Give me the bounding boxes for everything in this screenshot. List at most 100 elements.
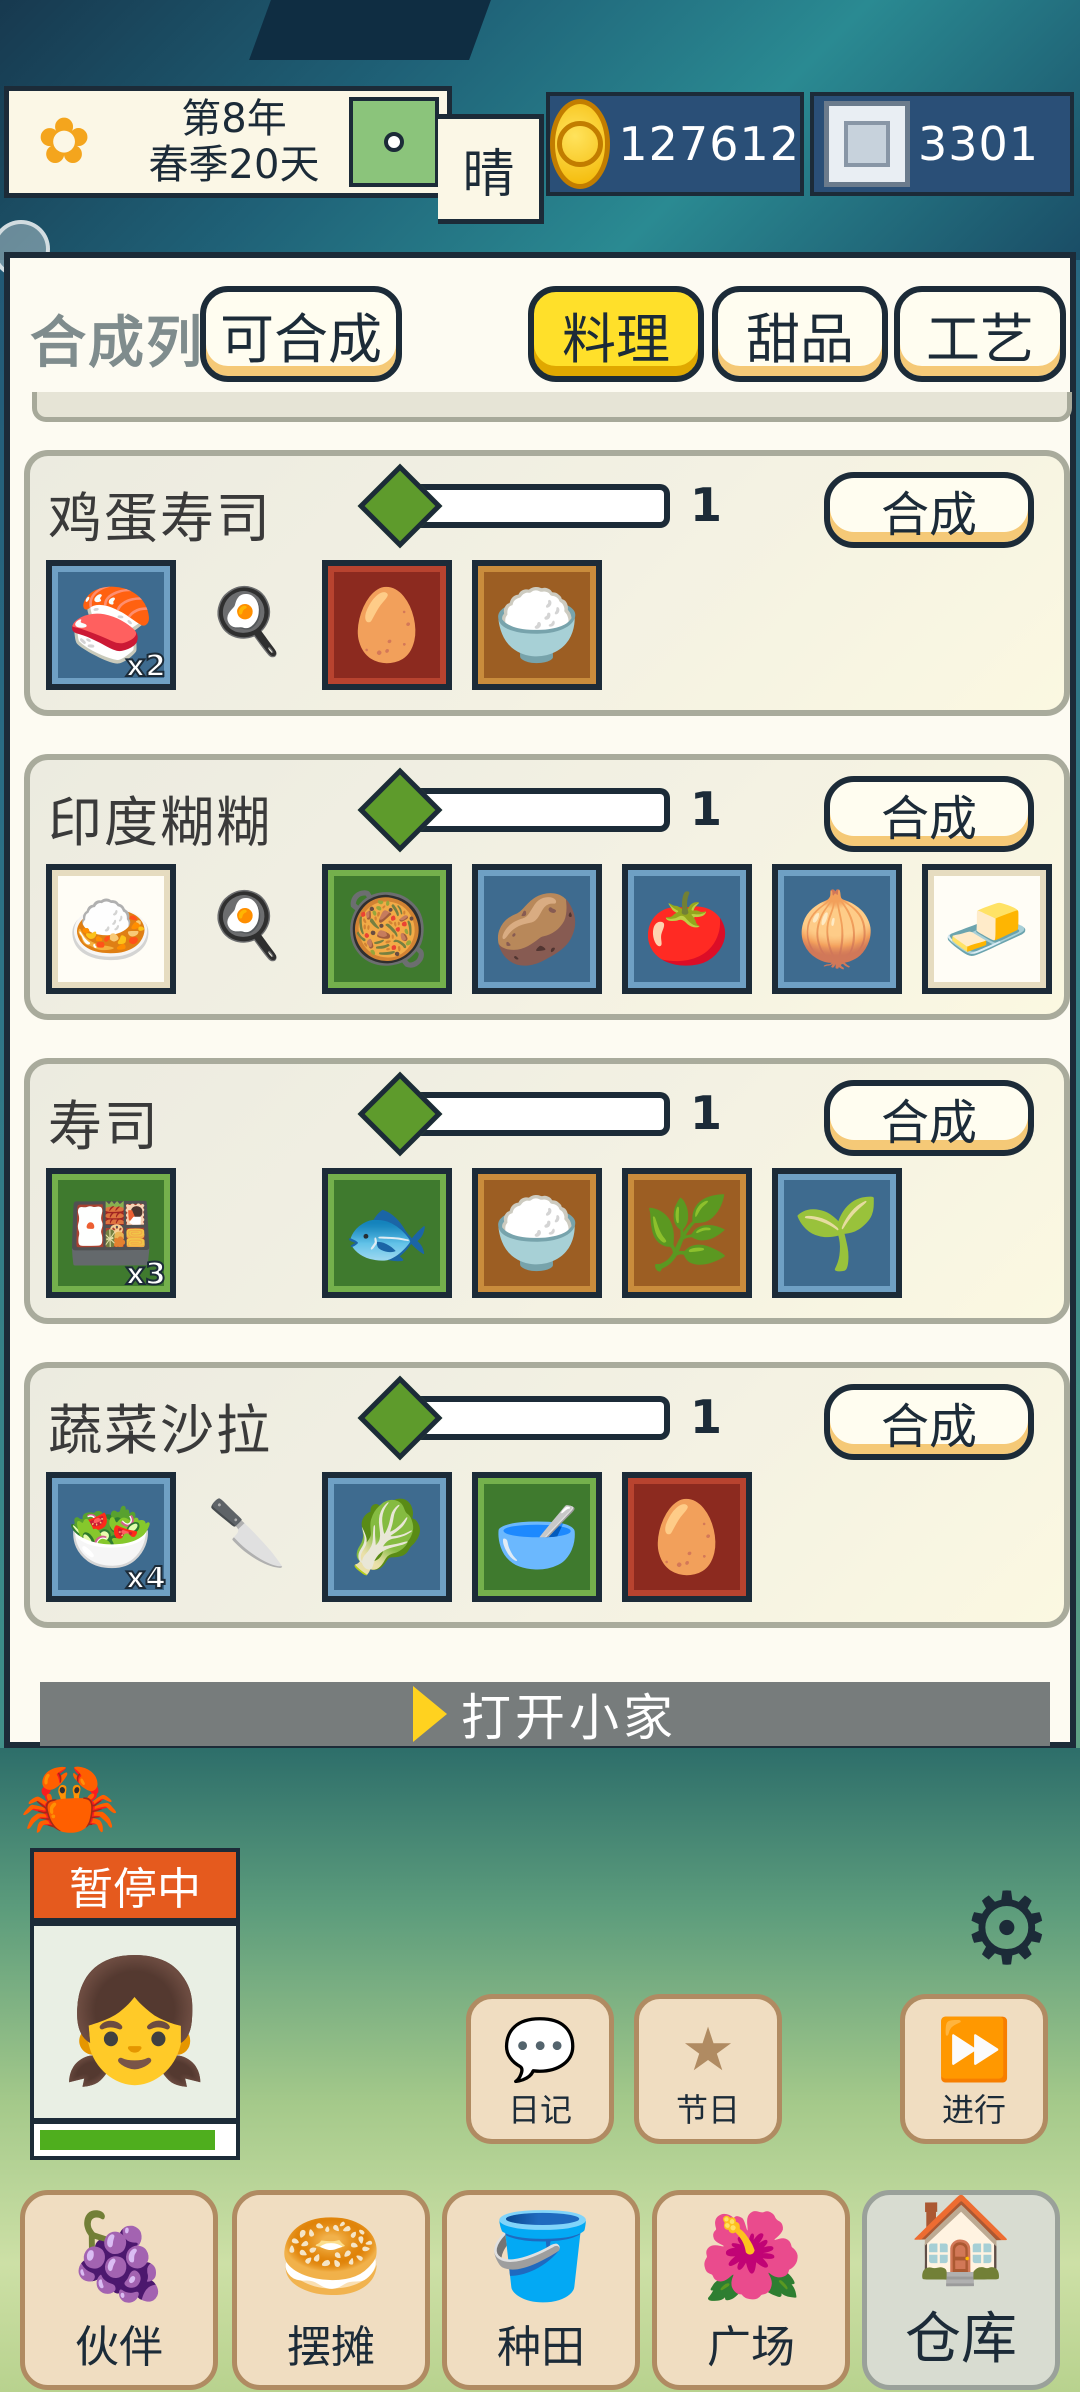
weather-label: 晴 — [438, 114, 544, 224]
tab-cooking[interactable]: 料理 — [528, 286, 704, 382]
festival-label: 节日 — [675, 2091, 740, 2129]
progress-bar — [420, 1396, 670, 1440]
ingredient-egg[interactable]: 🥚 — [322, 560, 452, 690]
recipe-card: 鸡蛋寿司 1 合成 🍣 x2 🍳 🥚 🍚 — [24, 450, 1070, 716]
play-icon — [413, 1686, 447, 1742]
calendar-button[interactable] — [349, 97, 439, 187]
ingredient-fish[interactable]: 🐟 — [322, 1168, 452, 1298]
nav-plaza-label: 广场 — [707, 2322, 795, 2373]
progress-bar — [420, 484, 670, 528]
progress-gem-icon — [357, 1375, 443, 1461]
open-home-label: 打开小家 — [461, 1689, 677, 1747]
nav-farm-label: 种田 — [497, 2322, 585, 2373]
ingredient-seaweed[interactable]: 🌿 — [622, 1168, 752, 1298]
character-portrait[interactable]: 👧 — [30, 1922, 240, 2122]
bread-icon: 🥯 — [278, 2207, 384, 2305]
craft-button[interactable]: 合成 — [824, 1384, 1034, 1460]
fast-forward-icon: ⏩ — [936, 2015, 1012, 2085]
list-top-edge — [32, 392, 1072, 422]
ingredient-cabbage[interactable]: 🥬 — [322, 1472, 452, 1602]
progress-count: 1 — [690, 478, 723, 532]
result-quantity: x3 — [125, 1256, 167, 1293]
coin-amount: 127612 — [618, 117, 800, 171]
craft-panel: 合成列表 可合成 料理 甜品 工艺 鸡蛋寿司 1 合成 🍣 x2 🍳 🥚 🍚 印度… — [4, 252, 1076, 1748]
gem-counter: 3301 — [810, 92, 1074, 196]
recipe-card: 印度糊糊 1 合成 🍛 🍳 🥘 🥔 🍅 🧅 🧈 — [24, 754, 1070, 1020]
season-day-label: 春季20天 — [148, 142, 320, 188]
recipe-card: 蔬菜沙拉 1 合成 🥗 x4 🔪 🥬 🥣 🥚 — [24, 1362, 1070, 1628]
craft-button[interactable]: 合成 — [824, 776, 1034, 852]
result-quantity: x4 — [125, 1560, 167, 1597]
year-label: 第8年 — [181, 96, 287, 142]
house-icon: 🏠 — [908, 2190, 1014, 2288]
nav-stall-label: 摆摊 — [287, 2322, 375, 2373]
gear-icon[interactable]: ⚙ — [962, 1870, 1052, 1987]
star-icon: ★ — [681, 2015, 735, 2085]
result-slot[interactable]: 🍱 x3 — [46, 1168, 176, 1298]
chat-icon: 💬 — [502, 2015, 578, 2085]
progress-count: 1 — [690, 782, 723, 836]
progress-gem-icon — [357, 1071, 443, 1157]
progress-bar — [420, 1092, 670, 1136]
nav-stall[interactable]: 🥯 摆摊 — [232, 2190, 430, 2390]
nav-plaza[interactable]: 🌺 广场 — [652, 2190, 850, 2390]
progress-gem-icon — [357, 767, 443, 853]
ingredient-egg[interactable]: 🥚 — [622, 1472, 752, 1602]
tab-dessert[interactable]: 甜品 — [712, 286, 888, 382]
ingredient-potato[interactable]: 🥔 — [472, 864, 602, 994]
recipe-name: 寿司 — [48, 1095, 160, 1158]
result-quantity: x2 — [125, 648, 167, 685]
nav-warehouse-label: 仓库 — [905, 2307, 1017, 2372]
progress-count: 1 — [690, 1390, 723, 1444]
flower-icon: ✿ — [37, 105, 91, 179]
grapes-icon: 🍇 — [66, 2207, 172, 2305]
crab-icon: 🦀 — [20, 1752, 120, 1845]
proceed-label: 进行 — [941, 2091, 1006, 2129]
hibiscus-icon: 🌺 — [698, 2207, 804, 2305]
nav-warehouse[interactable]: 🏠 仓库 — [862, 2190, 1060, 2390]
recipe-name: 鸡蛋寿司 — [48, 487, 272, 550]
festival-button[interactable]: ★ 节日 — [634, 1994, 782, 2144]
ingredient-butter[interactable]: 🧈 — [922, 864, 1052, 994]
open-home-button[interactable]: 打开小家 — [40, 1682, 1050, 1747]
diary-label: 日记 — [507, 2091, 572, 2129]
ingredient-rice[interactable]: 🍚 — [472, 560, 602, 690]
result-slot[interactable]: 🥗 x4 — [46, 1472, 176, 1602]
coin-counter: 127612 — [546, 92, 804, 196]
hp-fill — [40, 2130, 215, 2150]
ingredient-salad-bowl[interactable]: 🥣 — [472, 1472, 602, 1602]
frying-pan-icon: 🍳 — [207, 584, 287, 659]
knife-icon: 🔪 — [207, 1496, 287, 1571]
nav-partner[interactable]: 🍇 伙伴 — [20, 2190, 218, 2390]
tab-craft[interactable]: 工艺 — [894, 286, 1066, 382]
watering-can-icon: 🪣 — [488, 2207, 594, 2305]
recipe-card: 寿司 1 合成 🍱 x3 🐟 🍚 🌿 🌱 — [24, 1058, 1070, 1324]
progress-count: 1 — [690, 1086, 723, 1140]
ingredient-onion[interactable]: 🧅 — [772, 864, 902, 994]
proceed-button[interactable]: ⏩ 进行 — [900, 1994, 1048, 2144]
diary-button[interactable]: 💬 日记 — [466, 1994, 614, 2144]
progress-gem-icon — [357, 463, 443, 549]
hp-bar — [30, 2120, 240, 2160]
date-text: 第8年 春季20天 — [119, 96, 349, 188]
progress-bar — [420, 788, 670, 832]
result-slot[interactable]: 🍛 — [46, 864, 176, 994]
craft-button[interactable]: 合成 — [824, 472, 1034, 548]
coin-icon — [550, 99, 611, 189]
tab-craftable[interactable]: 可合成 — [200, 286, 402, 382]
nav-farm[interactable]: 🪣 种田 — [442, 2190, 640, 2390]
craft-button[interactable]: 合成 — [824, 1080, 1034, 1156]
ingredient-tomato[interactable]: 🍅 — [622, 864, 752, 994]
recipe-name: 蔬菜沙拉 — [48, 1399, 272, 1462]
result-slot[interactable]: 🍣 x2 — [46, 560, 176, 690]
paused-badge: 暂停中 — [30, 1848, 240, 1922]
ingredient-curry-base[interactable]: 🥘 — [322, 864, 452, 994]
dot-icon — [384, 132, 404, 152]
date-panel: ✿ 第8年 春季20天 — [4, 86, 452, 198]
nav-partner-label: 伙伴 — [75, 2322, 163, 2373]
gem-amount: 3301 — [918, 117, 1040, 171]
ingredient-herb[interactable]: 🌱 — [772, 1168, 902, 1298]
recipe-name: 印度糊糊 — [48, 791, 272, 854]
ingredient-rice[interactable]: 🍚 — [472, 1168, 602, 1298]
frying-pan-icon: 🍳 — [207, 888, 287, 963]
